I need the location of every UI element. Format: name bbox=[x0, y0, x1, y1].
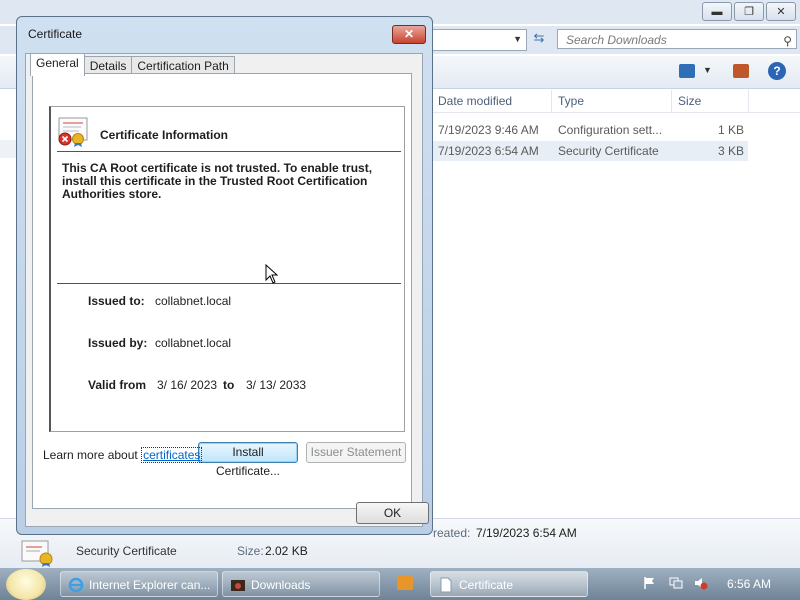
file-row[interactable]: 7/19/2023 9:46 AM Configuration sett... … bbox=[430, 120, 748, 140]
network-icon[interactable] bbox=[669, 576, 683, 590]
certificate-information-box: Certificate Information This CA Root cer… bbox=[49, 106, 405, 432]
learn-more-prefix: Learn more about bbox=[43, 448, 142, 462]
address-bar[interactable]: ▼ bbox=[420, 29, 527, 51]
learn-more-text: Learn more about certificates bbox=[43, 447, 203, 463]
file-row[interactable]: 7/19/2023 6:54 AM Security Certificate 3… bbox=[430, 141, 748, 161]
divider bbox=[57, 151, 401, 152]
trust-warning-message: This CA Root certificate is not trusted.… bbox=[62, 161, 373, 201]
system-clock[interactable]: 6:56 AM bbox=[727, 568, 771, 600]
valid-to-label: to bbox=[223, 378, 235, 392]
file-date: 7/19/2023 9:46 AM bbox=[438, 123, 539, 137]
issued-to-value: collabnet.local bbox=[155, 294, 232, 308]
taskbar-item-label: Downloads bbox=[251, 578, 311, 592]
valid-from-label: Valid from bbox=[88, 378, 147, 392]
details-file-type: Security Certificate bbox=[76, 544, 177, 558]
search-input[interactable]: Search Downloads ⚲ bbox=[557, 29, 797, 49]
dialog-body: General Details Certification Path Certi… bbox=[25, 53, 429, 527]
file-type: Security Certificate bbox=[558, 144, 659, 158]
general-tab-panel: Certificate Information This CA Root cer… bbox=[32, 73, 412, 509]
action-center-flag-icon[interactable] bbox=[643, 576, 657, 590]
column-header-size[interactable]: Size bbox=[678, 94, 701, 108]
dialog-close-button[interactable]: ✕ bbox=[392, 25, 426, 44]
taskbar-item-label: Internet Explorer can... bbox=[89, 578, 211, 592]
start-button[interactable] bbox=[6, 569, 46, 600]
file-size: 3 KB bbox=[717, 144, 744, 158]
details-created-value: 7/19/2023 6:54 AM bbox=[476, 526, 577, 540]
folder-icon bbox=[231, 580, 245, 591]
taskbar: Internet Explorer can... Downloads Certi… bbox=[0, 568, 800, 600]
issued-by-value: collabnet.local bbox=[155, 336, 232, 350]
document-icon bbox=[440, 577, 452, 593]
install-certificate-button[interactable]: Install Certificate... bbox=[198, 442, 298, 478]
search-icon[interactable]: ⚲ bbox=[783, 31, 792, 51]
divider bbox=[57, 283, 401, 284]
dialog-title: Certificate bbox=[28, 27, 83, 41]
taskbar-item-downloads[interactable]: Downloads bbox=[222, 571, 380, 597]
maximize-button[interactable]: ❐ bbox=[734, 2, 764, 21]
tab-general[interactable]: General bbox=[30, 53, 85, 76]
valid-from-value: 3/ 16/ 2023 bbox=[157, 378, 218, 392]
certificate-icon bbox=[21, 540, 53, 567]
details-size-value: 2.02 KB bbox=[265, 544, 308, 558]
valid-to-value: 3/ 13/ 2033 bbox=[246, 378, 307, 392]
taskbar-item-certificate[interactable]: Certificate bbox=[430, 571, 588, 597]
issued-by-label: Issued by: bbox=[88, 336, 148, 350]
refresh-icon[interactable]: ⇆ bbox=[530, 30, 548, 48]
view-options-icon[interactable] bbox=[679, 64, 695, 78]
help-icon[interactable]: ? bbox=[768, 62, 786, 80]
minimize-button[interactable]: ▬ bbox=[702, 2, 732, 21]
search-placeholder: Search Downloads bbox=[566, 33, 667, 47]
certificates-link[interactable]: certificates bbox=[141, 447, 203, 463]
mouse-cursor-icon bbox=[265, 264, 279, 284]
chevron-down-icon[interactable]: ▼ bbox=[513, 34, 522, 44]
taskbar-item-internet-explorer[interactable]: Internet Explorer can... bbox=[60, 571, 218, 597]
details-size-label: Size: bbox=[237, 544, 264, 558]
chevron-down-icon[interactable]: ▼ bbox=[703, 65, 712, 75]
column-header-date[interactable]: Date modified bbox=[438, 94, 512, 108]
file-type: Configuration sett... bbox=[558, 123, 663, 137]
column-headers: Date modified Type Size bbox=[430, 90, 800, 113]
certificate-untrusted-icon bbox=[58, 117, 88, 147]
volume-muted-icon[interactable] bbox=[694, 576, 708, 590]
column-header-type[interactable]: Type bbox=[558, 94, 584, 108]
nav-pane-item[interactable] bbox=[0, 140, 16, 158]
issuer-statement-button[interactable]: Issuer Statement bbox=[306, 442, 406, 463]
certificate-info-title: Certificate Information bbox=[100, 128, 229, 142]
ok-button[interactable]: OK bbox=[356, 502, 429, 524]
certificate-dialog: Certificate ✕ General Details Certificat… bbox=[16, 16, 433, 535]
preview-pane-icon[interactable] bbox=[733, 64, 749, 78]
file-date: 7/19/2023 6:54 AM bbox=[438, 144, 539, 158]
details-created-label: reated: bbox=[433, 526, 471, 540]
issued-to-label: Issued to: bbox=[88, 294, 145, 308]
file-size: 1 KB bbox=[717, 123, 744, 137]
media-player-icon[interactable] bbox=[397, 576, 413, 590]
taskbar-item-label: Certificate bbox=[459, 578, 514, 592]
internet-explorer-icon bbox=[68, 577, 84, 593]
close-button[interactable]: ✕ bbox=[766, 2, 796, 21]
